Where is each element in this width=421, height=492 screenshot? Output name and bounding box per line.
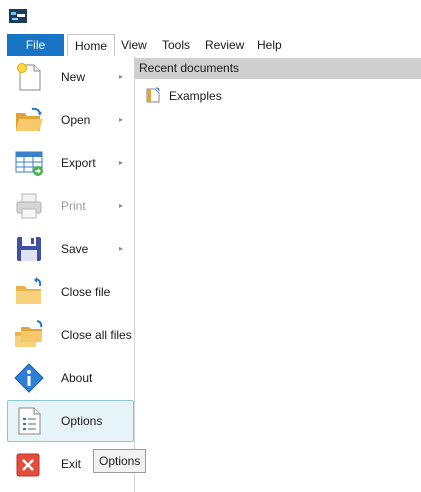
close-all-files-icon	[15, 320, 43, 347]
export-table-icon	[15, 151, 43, 176]
tab-tools[interactable]: Tools	[162, 34, 190, 56]
menu-item-export[interactable]: Export ▸	[7, 142, 134, 184]
menu-item-label: New	[61, 70, 86, 84]
open-folder-icon	[16, 107, 43, 131]
menu-item-label: Close file	[61, 285, 111, 299]
menu-item-label: Export	[61, 156, 96, 170]
document-icon	[146, 87, 160, 103]
close-file-icon	[16, 277, 42, 304]
menu-item-open[interactable]: Open ▸	[7, 99, 134, 141]
menu-item-label: Save	[61, 242, 89, 256]
menu-item-print[interactable]: Print ▸	[7, 185, 134, 227]
menu-item-options[interactable]: Options	[7, 400, 134, 442]
menu-item-close-file[interactable]: Close file	[7, 271, 134, 313]
menu-item-label: Open	[61, 113, 91, 127]
ribbon-tabs: File Home View Tools Review Help	[0, 34, 421, 57]
menu-item-label: About	[61, 371, 93, 385]
menu-item-about[interactable]: About	[7, 357, 134, 399]
submenu-arrow-icon: ▸	[119, 158, 124, 167]
menu-item-label: Close all files	[61, 328, 132, 342]
menu-item-new[interactable]: New ▸	[7, 56, 134, 98]
recent-documents-header: Recent documents	[135, 58, 421, 79]
submenu-arrow-icon: ▸	[119, 115, 124, 124]
submenu-arrow-icon: ▸	[119, 72, 124, 81]
tab-help[interactable]: Help	[257, 34, 282, 56]
exit-icon	[16, 453, 40, 477]
options-icon	[18, 407, 41, 435]
menu-item-label: Print	[61, 199, 86, 213]
recent-document-label: Examples	[169, 89, 222, 103]
submenu-arrow-icon: ▸	[119, 201, 124, 210]
tab-review[interactable]: Review	[205, 34, 244, 56]
title-bar	[0, 0, 421, 34]
menu-item-label: Options	[61, 414, 103, 428]
tab-view[interactable]: View	[121, 34, 147, 56]
new-document-icon	[17, 63, 41, 91]
tab-file[interactable]: File	[7, 34, 64, 56]
menu-item-save[interactable]: Save ▸	[7, 228, 134, 270]
printer-icon	[16, 193, 42, 219]
options-tooltip: Options	[93, 449, 147, 473]
file-menu: New ▸ Open ▸ Export ▸ Print ▸ Save ▸ Clo…	[7, 56, 134, 485]
info-icon	[14, 363, 44, 393]
menu-item-label: Exit	[61, 457, 82, 471]
submenu-arrow-icon: ▸	[119, 244, 124, 253]
menu-divider	[134, 56, 135, 492]
menu-item-close-all-files[interactable]: Close all files	[7, 314, 134, 356]
floppy-disk-icon	[17, 237, 41, 261]
app-logo-icon	[9, 9, 27, 23]
tab-home[interactable]: Home	[67, 34, 115, 57]
